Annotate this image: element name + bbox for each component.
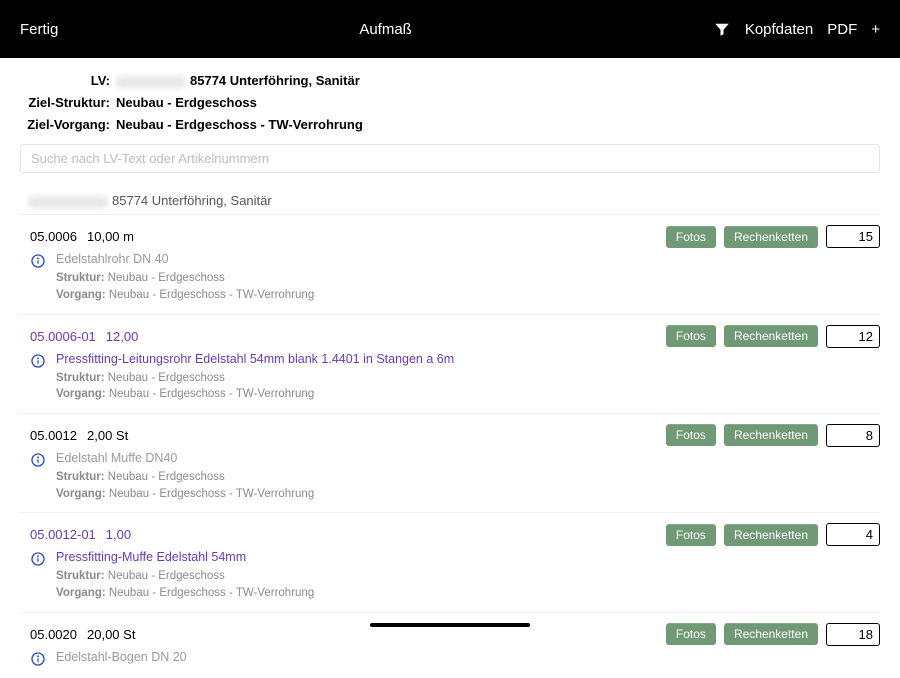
ziel-vorgang-label: Ziel-Vorgang: <box>20 114 116 136</box>
rechenketten-button[interactable]: Rechenketten <box>724 325 818 347</box>
info-icon[interactable] <box>30 551 46 567</box>
item-code: 05.0012-01 <box>30 527 96 542</box>
item-list: 05.0006 10,00 m Fotos Rechenketten Edels… <box>0 214 900 677</box>
search-input[interactable] <box>20 144 880 173</box>
kopfdaten-button[interactable]: Kopfdaten <box>745 21 813 38</box>
pdf-button[interactable]: PDF <box>827 21 857 38</box>
list-item: 05.0012 2,00 St Fotos Rechenketten Edels… <box>20 413 880 512</box>
quantity-input[interactable] <box>826 325 880 348</box>
ziel-struktur-label: Ziel-Struktur: <box>20 92 116 114</box>
item-code: 05.0012 <box>30 428 77 443</box>
item-quantity: 12,00 <box>106 329 139 344</box>
item-code: 05.0006 <box>30 229 77 244</box>
info-icon[interactable] <box>30 353 46 369</box>
item-description: Pressfitting-Leitungsrohr Edelstahl 54mm… <box>56 352 880 366</box>
item-vorgang: Vorgang: Neubau - Erdgeschoss - TW-Verro… <box>56 486 880 503</box>
item-quantity: 1,00 <box>106 527 131 542</box>
info-icon[interactable] <box>30 253 46 269</box>
section-title: 85774 Unterföhring, Sanitär <box>0 183 900 214</box>
item-code: 05.0020 <box>30 627 77 642</box>
add-icon[interactable]: + <box>871 22 880 37</box>
item-vorgang: Vorgang: Neubau - Erdgeschoss - TW-Verro… <box>56 386 880 403</box>
list-item: 05.0020 20,00 St Fotos Rechenketten Edel… <box>20 612 880 678</box>
quantity-input[interactable] <box>826 424 880 447</box>
rechenketten-button[interactable]: Rechenketten <box>724 623 818 645</box>
item-vorgang: Vorgang: Neubau - Erdgeschoss - TW-Verro… <box>56 585 880 602</box>
list-item: 05.0006-01 12,00 Fotos Rechenketten Pres… <box>20 314 880 413</box>
page-title: Aufmaß <box>359 21 412 38</box>
list-item: 05.0006 10,00 m Fotos Rechenketten Edels… <box>20 214 880 313</box>
item-quantity: 10,00 m <box>87 229 134 244</box>
item-quantity: 2,00 St <box>87 428 128 443</box>
app-header: Fertig Aufmaß Kopfdaten PDF + <box>0 0 900 58</box>
meta-section: LV: 85774 Unterföhring, Sanitär Ziel-Str… <box>0 58 900 144</box>
ziel-vorgang-value: Neubau - Erdgeschoss - TW-Verrohrung <box>116 114 363 136</box>
item-description: Edelstahlrohr DN 40 <box>56 252 880 266</box>
item-description: Edelstahl-Bogen DN 20 <box>56 650 880 664</box>
rechenketten-button[interactable]: Rechenketten <box>724 226 818 248</box>
lv-value: 85774 Unterföhring, Sanitär <box>116 70 360 92</box>
filter-icon[interactable] <box>713 20 731 38</box>
info-icon[interactable] <box>30 651 46 667</box>
lv-label: LV: <box>20 70 116 92</box>
home-indicator <box>370 623 530 627</box>
item-struktur: Struktur: Neubau - Erdgeschoss <box>56 270 880 287</box>
done-button[interactable]: Fertig <box>20 21 58 38</box>
header-actions: Kopfdaten PDF + <box>713 20 880 38</box>
item-description: Pressfitting-Muffe Edelstahl 54mm <box>56 550 880 564</box>
item-description: Edelstahl Muffe DN40 <box>56 451 880 465</box>
rechenketten-button[interactable]: Rechenketten <box>724 524 818 546</box>
fotos-button[interactable]: Fotos <box>666 226 716 248</box>
ziel-struktur-value: Neubau - Erdgeschoss <box>116 92 257 114</box>
item-vorgang: Vorgang: Neubau - Erdgeschoss - TW-Verro… <box>56 287 880 304</box>
quantity-input[interactable] <box>826 523 880 546</box>
item-quantity: 20,00 St <box>87 627 135 642</box>
fotos-button[interactable]: Fotos <box>666 623 716 645</box>
search-row <box>0 144 900 183</box>
rechenketten-button[interactable]: Rechenketten <box>724 424 818 446</box>
item-struktur: Struktur: Neubau - Erdgeschoss <box>56 370 880 387</box>
fotos-button[interactable]: Fotos <box>666 424 716 446</box>
quantity-input[interactable] <box>826 623 880 646</box>
item-struktur: Struktur: Neubau - Erdgeschoss <box>56 469 880 486</box>
item-code: 05.0006-01 <box>30 329 96 344</box>
info-icon[interactable] <box>30 452 46 468</box>
item-struktur: Struktur: Neubau - Erdgeschoss <box>56 568 880 585</box>
list-item: 05.0012-01 1,00 Fotos Rechenketten Press… <box>20 512 880 611</box>
fotos-button[interactable]: Fotos <box>666 524 716 546</box>
fotos-button[interactable]: Fotos <box>666 325 716 347</box>
quantity-input[interactable] <box>826 225 880 248</box>
